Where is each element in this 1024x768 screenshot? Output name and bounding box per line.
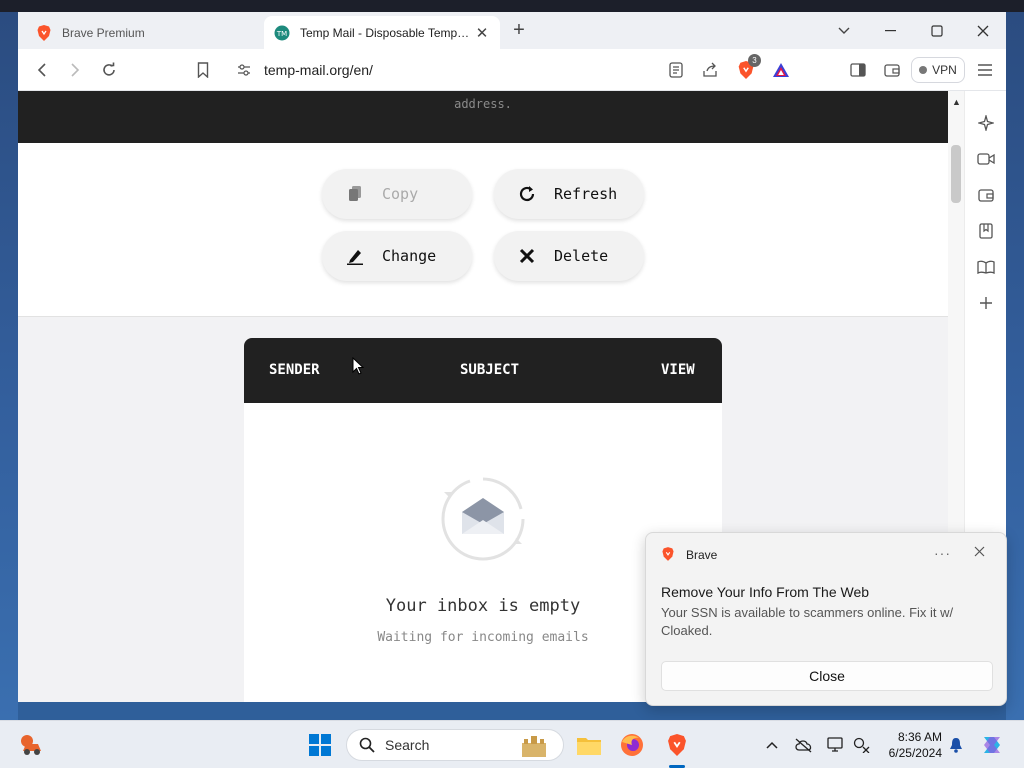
email-header-band: address. [18, 91, 948, 143]
search-icon [359, 737, 375, 753]
temp-mail-favicon-icon: TM [274, 25, 290, 41]
scroll-up-icon[interactable]: ▲ [952, 97, 961, 107]
search-highlight-icon [519, 733, 549, 764]
search-placeholder: Search [385, 737, 430, 753]
vpn-button[interactable]: VPN [911, 57, 965, 83]
site-info-icon[interactable] [232, 58, 256, 82]
file-explorer-icon[interactable] [575, 731, 603, 759]
brave-lion-icon [36, 24, 52, 41]
reading-list-icon[interactable] [976, 257, 996, 277]
notifications-bell-icon[interactable] [946, 735, 966, 755]
copilot-icon[interactable] [978, 731, 1006, 759]
copy-label: Copy [382, 185, 419, 203]
taskbar-clock[interactable]: 8:36 AM 6/25/2024 [878, 729, 942, 761]
tab-strip: Brave Premium TM Temp Mail - Disposable … [18, 12, 1006, 49]
url-text: temp-mail.org/en/ [264, 62, 373, 78]
notification-body: Your SSN is available to scammers online… [661, 605, 954, 638]
copy-icon [344, 183, 366, 205]
firefox-icon[interactable] [618, 731, 646, 759]
add-sidebar-item-icon[interactable] [976, 293, 996, 313]
notification-dismiss-icon[interactable] [974, 544, 985, 561]
brave-rewards-icon[interactable] [769, 58, 793, 82]
wallet-icon[interactable] [880, 58, 904, 82]
reader-mode-icon[interactable] [664, 58, 688, 82]
clock-date: 6/25/2024 [888, 746, 942, 760]
tab-temp-mail[interactable]: TM Temp Mail - Disposable Temporary Emai… [264, 16, 500, 49]
taskbar-search-box[interactable]: Search [346, 729, 564, 761]
change-button[interactable]: Change [322, 231, 472, 281]
notification-more-button[interactable]: ··· [934, 545, 951, 561]
column-subject: SUBJECT [460, 362, 520, 378]
browser-toolbar: temp-mail.org/en/ 3 VPN [18, 49, 1006, 91]
notification-close-button[interactable]: Close [661, 661, 993, 691]
onedrive-offline-icon[interactable] [794, 735, 814, 755]
tab-title: Temp Mail - Disposable Temporary Email [300, 25, 474, 40]
tab-brave-premium[interactable]: Brave Premium [26, 16, 264, 49]
change-label: Change [382, 247, 437, 265]
delete-x-icon [516, 245, 538, 267]
brave-taskbar-icon[interactable] [663, 731, 691, 759]
show-hidden-icons-chevron-icon[interactable] [762, 735, 782, 755]
svg-text:TM: TM [276, 30, 287, 38]
delete-label: Delete [554, 247, 609, 265]
leo-ai-sparkle-icon[interactable] [976, 113, 996, 133]
network-volume-icon[interactable] [852, 735, 872, 755]
inbox-header: SENDER SUBJECT VIEW [244, 338, 722, 403]
vpn-status-icon [919, 66, 928, 74]
share-icon[interactable] [698, 58, 722, 82]
tab-close-icon[interactable]: ✕ [474, 24, 490, 42]
sidebar-toggle-icon[interactable] [846, 58, 870, 82]
new-tab-button[interactable]: + [508, 20, 530, 42]
start-windows-icon[interactable] [306, 731, 334, 759]
brave-lion-icon [662, 547, 676, 561]
refresh-button[interactable]: Refresh [494, 169, 644, 219]
shields-count-badge: 3 [748, 54, 761, 67]
notification-app-name: Brave [686, 548, 718, 562]
taskbar: Search 8:36 AM 6/25/2024 [0, 720, 1024, 768]
talk-video-icon[interactable] [976, 149, 996, 169]
empty-inbox-envelope-icon [440, 476, 526, 562]
forward-icon[interactable] [63, 58, 87, 82]
weather-widget-icon[interactable] [18, 731, 46, 759]
column-view: VIEW [661, 362, 695, 378]
tab-title: Brave Premium [62, 25, 145, 40]
actions-panel: Copy Refresh Change Delete [18, 143, 948, 317]
desktop-wallpaper-right [1006, 12, 1024, 720]
refresh-icon [516, 183, 538, 205]
maximize-icon[interactable] [914, 12, 960, 49]
minimize-icon[interactable] [868, 12, 914, 49]
bookmark-icon[interactable] [191, 58, 215, 82]
column-sender: SENDER [269, 362, 320, 378]
display-icon[interactable] [826, 735, 846, 755]
desktop-top [0, 0, 1024, 12]
mouse-cursor-icon [352, 356, 365, 380]
menu-hamburger-icon[interactable] [973, 58, 997, 82]
close-window-icon[interactable] [960, 12, 1006, 49]
notification-title: Remove Your Info From The Web [661, 584, 870, 600]
desktop-wallpaper-left [0, 12, 18, 720]
bookmarks-icon[interactable] [976, 221, 996, 241]
scroll-thumb[interactable] [951, 145, 961, 203]
notification-toast: Brave ··· Remove Your Info From The Web … [645, 532, 1007, 706]
tab-search-chevron-icon[interactable] [833, 20, 855, 42]
reload-icon[interactable] [97, 58, 121, 82]
refresh-label: Refresh [554, 185, 618, 203]
address-caption: address. [454, 97, 512, 111]
copy-button[interactable]: Copy [322, 169, 472, 219]
vpn-label: VPN [932, 63, 957, 77]
back-icon[interactable] [30, 58, 54, 82]
delete-button[interactable]: Delete [494, 231, 644, 281]
clock-time: 8:36 AM [897, 730, 942, 744]
sidebar-wallet-icon[interactable] [976, 185, 996, 205]
edit-pencil-icon [344, 245, 366, 267]
window-controls [868, 12, 1006, 49]
